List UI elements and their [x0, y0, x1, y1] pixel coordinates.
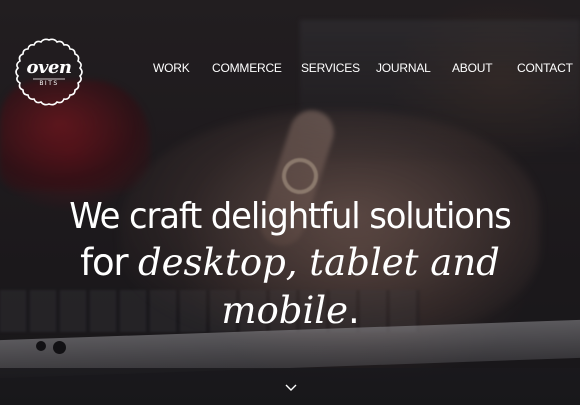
nav-item-work[interactable]: WORK: [153, 61, 190, 75]
chevron-down-icon[interactable]: [285, 377, 297, 391]
main-nav: WORK COMMERCE SERVICES JOURNAL ABOUT CON…: [0, 61, 580, 75]
headline-line-2: for desktop, tablet and: [0, 239, 580, 287]
headline-plain-text: for: [80, 241, 138, 284]
nav-item-journal[interactable]: JOURNAL: [376, 61, 431, 75]
hero-section: oven BITS WORK COMMERCE SERVICES JOURNAL…: [0, 0, 580, 405]
headline-line-1: We craft delightful solutions: [69, 196, 512, 237]
nav-item-contact[interactable]: CONTACT: [517, 61, 573, 75]
nav-item-commerce[interactable]: COMMERCE: [212, 61, 282, 75]
headline-emphasis-text: desktop, tablet and: [137, 241, 500, 284]
headline-line-3: mobile.: [0, 287, 580, 335]
logo-subtitle: BITS: [39, 80, 59, 87]
headline-emphasis-text: mobile: [221, 289, 349, 332]
chevron-down-icon-graphic: [285, 384, 297, 391]
nav-item-services[interactable]: SERVICES: [301, 61, 360, 75]
headline-period: .: [348, 289, 360, 332]
nav-item-about[interactable]: ABOUT: [452, 61, 493, 75]
hero-headline: We craft delightful solutions for deskto…: [0, 195, 580, 335]
